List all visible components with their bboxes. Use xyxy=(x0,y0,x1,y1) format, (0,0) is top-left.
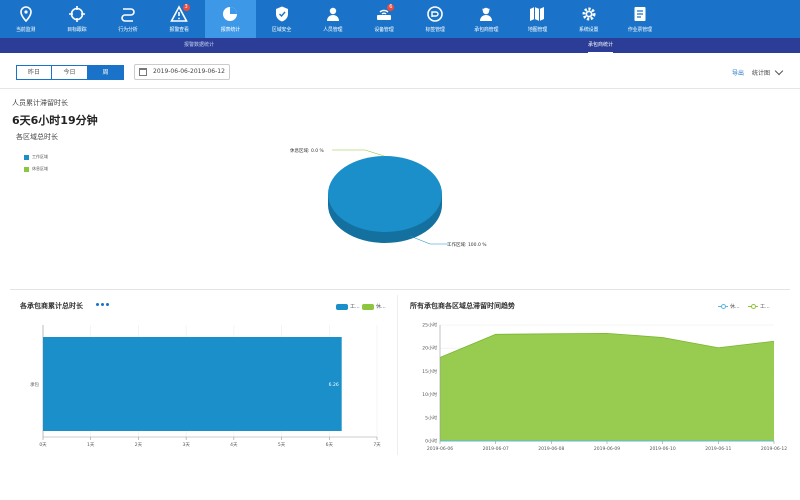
nav-item-label: 行为分析 xyxy=(118,27,138,33)
x-tick-label: 6天 xyxy=(326,442,334,448)
bar-chart: 0天 1天 2天 3天 4天 5天 6天 7天 承包 6.26 xyxy=(30,325,381,448)
chart-type-dropdown[interactable]: 统计图 xyxy=(751,66,784,77)
x-tick-label: 4天 xyxy=(230,442,238,448)
route-icon xyxy=(119,5,137,23)
nav-item-4[interactable]: 报表统计 xyxy=(204,0,256,38)
nav-item-8[interactable]: 标签管理 xyxy=(410,0,461,38)
pie-leader-rest xyxy=(332,149,385,157)
top-nav: 当前监测 目标跟踪 行为分析 报警查看 3 报表统计 区域安全 人员管理 设备管理 6 标签管理 承包… xyxy=(0,0,800,38)
pie-label-work: 工作区域: 100.0 % xyxy=(447,241,487,248)
x-tick-label: 2019-06-09 xyxy=(594,446,620,452)
person-icon xyxy=(324,5,342,23)
panel-divider xyxy=(397,295,398,455)
period-week-button[interactable]: 周 xyxy=(88,65,124,80)
y-tick-label: 5小时 xyxy=(425,414,437,421)
gear-icon xyxy=(580,5,598,23)
document-icon xyxy=(631,5,649,23)
chevron-down-icon xyxy=(774,66,784,76)
tag-icon xyxy=(426,5,444,23)
nav-item-label: 设备管理 xyxy=(374,27,394,33)
nav-item-label: 系统设置 xyxy=(579,27,599,33)
nav-item-3[interactable]: 报警查看 3 xyxy=(154,0,205,38)
y-tick-label: 承包 xyxy=(30,381,39,388)
contractor-total-panel: 各承包商累计总时长 工... 休... 0天 1天 2天 3天 4天 5天 6天 7天 承包 6.… xyxy=(10,295,390,465)
period-selector: 昨日 今日 周 xyxy=(16,65,124,80)
nav-item-1[interactable]: 目标跟踪 xyxy=(51,0,102,38)
summary-panel: 人员累计滞留时长 6天6小时19分钟 各区域总时长 工作区域 休息区域 休息区域… xyxy=(10,94,790,284)
date-range-picker[interactable]: 2019-06-06-2019-06-12 xyxy=(134,64,230,80)
x-tick-label: 2019-06-07 xyxy=(483,446,509,452)
chart-type-label: 统计图 xyxy=(751,70,770,77)
map-icon xyxy=(528,5,546,23)
x-tick-label: 0天 xyxy=(39,442,47,448)
location-pin-icon xyxy=(17,5,35,23)
nav-item-label: 目标跟踪 xyxy=(67,27,87,33)
y-tick-label: 10小时 xyxy=(422,391,437,398)
bar-data-label: 6.26 xyxy=(329,382,339,388)
nav-badge: 6 xyxy=(387,4,395,11)
export-button[interactable]: 导出 xyxy=(732,68,744,77)
nav-item-7[interactable]: 设备管理 6 xyxy=(358,0,409,38)
nav-item-label: 当前监测 xyxy=(15,27,36,33)
x-tick-label: 1天 xyxy=(87,442,95,448)
calendar-icon xyxy=(139,68,147,76)
nav-item-11[interactable]: 系统设置 xyxy=(563,0,614,38)
subtab-alarm-stats[interactable]: 报警数据统计 xyxy=(184,38,214,53)
nav-item-10[interactable]: 地图管理 xyxy=(512,0,563,38)
x-tick-label: 2019-06-11 xyxy=(705,446,731,452)
x-tick-label: 2天 xyxy=(135,442,143,448)
section-divider xyxy=(10,289,790,290)
x-tick-label: 7天 xyxy=(373,442,381,448)
period-today-button[interactable]: 今日 xyxy=(52,65,88,80)
nav-item-0[interactable]: 当前监测 xyxy=(0,0,51,38)
shield-icon xyxy=(273,5,291,23)
nav-item-label: 报警查看 xyxy=(169,27,189,33)
period-yesterday-button[interactable]: 昨日 xyxy=(16,65,52,80)
nav-item-6[interactable]: 人员管理 xyxy=(307,0,358,38)
area-chart: 0小时 5小时 10小时 15小时 20小时 25小时 2019-06-06 2019-06-… xyxy=(422,322,787,453)
nav-item-2[interactable]: 行为分析 xyxy=(102,0,153,38)
nav-badge: 3 xyxy=(182,4,190,11)
y-tick-label: 20小时 xyxy=(422,345,437,352)
trend-panel: 所有承包商各区域总滞留时间趋势 休... 工... 0小时 5小时 10小时 15小时… xyxy=(400,295,790,465)
x-tick-label: 5天 xyxy=(278,442,286,448)
nav-item-12[interactable]: 作业票管理 xyxy=(614,0,665,38)
nav-item-label: 人员管理 xyxy=(323,27,343,33)
nav-item-label: 承包商管理 xyxy=(474,27,499,33)
date-range-value: 2019-06-06-2019-06-12 xyxy=(153,68,225,75)
nav-item-label: 地图管理 xyxy=(527,27,548,33)
x-tick-label: 2019-06-06 xyxy=(427,446,453,452)
y-tick-label: 15小时 xyxy=(422,368,437,375)
bar xyxy=(43,337,342,431)
pie-slice-work[interactable] xyxy=(328,156,442,232)
nav-item-9[interactable]: 承包商管理 xyxy=(461,0,512,38)
crosshair-icon xyxy=(68,5,86,23)
nav-item-label: 标签管理 xyxy=(425,27,445,33)
pie-label-rest: 休息区域: 0.0 % xyxy=(290,147,325,154)
x-tick-label: 3天 xyxy=(182,442,190,448)
x-tick-label: 2019-06-12 xyxy=(761,446,787,452)
pie-chart-icon xyxy=(221,5,239,23)
nav-item-label: 报表统计 xyxy=(220,27,240,33)
subtab-contractor-stats[interactable]: 承包商统计 xyxy=(588,38,614,53)
nav-item-label: 区域安全 xyxy=(271,27,292,33)
x-tick-label: 2019-06-10 xyxy=(650,446,676,452)
nav-item-label: 作业票管理 xyxy=(627,27,652,33)
y-tick-label: 25小时 xyxy=(422,322,437,329)
pie-chart: 休息区域: 0.0 % 工作区域: 100.0 % xyxy=(290,147,487,248)
worker-icon xyxy=(477,5,495,23)
area-series-work xyxy=(440,333,774,441)
filter-bar: 昨日 今日 周 2019-06-06-2019-06-12 导出 统计图 xyxy=(0,53,800,89)
nav-item-5[interactable]: 区域安全 xyxy=(256,0,307,38)
sub-nav: 报警数据统计 承包商统计 xyxy=(0,38,800,53)
x-tick-label: 2019-06-08 xyxy=(538,446,564,452)
y-tick-label: 0小时 xyxy=(425,438,437,445)
pie-leader-work xyxy=(409,235,450,245)
